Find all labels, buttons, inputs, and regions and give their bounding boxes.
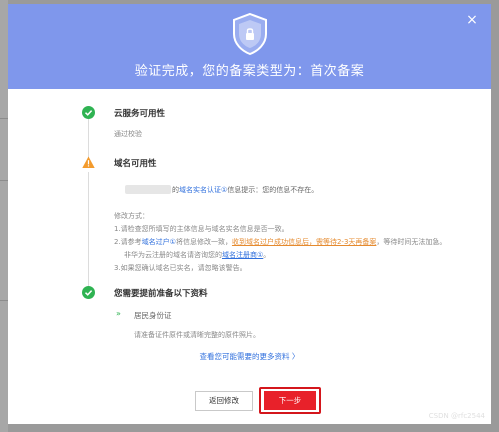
more-materials-link[interactable]: 查看您可能需要的更多资料 〉: [8, 351, 491, 362]
domain-registrar-link[interactable]: 域名注册商①: [222, 251, 263, 259]
background-divider: [0, 300, 8, 301]
double-chevron-icon: »: [116, 309, 121, 318]
step-cloud-service-status: 通过校验: [114, 130, 142, 138]
success-check-icon: [82, 286, 95, 299]
domain-info-text: 信息提示：您的信息不存在。: [227, 186, 319, 194]
fix-method-2-suffix: ，等待时间无法加急。: [376, 238, 447, 246]
timeline-line: [88, 172, 89, 287]
fix-method-1: 1.请检查您所填写的主体信息与域名实名信息是否一致。: [114, 225, 289, 233]
watermark: CSDN @rfc2544: [428, 412, 485, 420]
fix-method-2: 2.请参考域名过户①将信息修改一致，收到域名过户成功信息后，需等待2-3天再备案…: [114, 237, 446, 247]
masked-domain: [125, 185, 171, 194]
fix-method-2b-suffix: 。: [263, 251, 271, 259]
domain-transfer-link[interactable]: 域名过户①: [142, 238, 176, 246]
background-sidebar: [0, 0, 8, 432]
next-button-highlight: 下一步: [259, 387, 321, 414]
domain-check-line: 的域名实名认证①信息提示：您的信息不存在。: [172, 185, 318, 195]
material-id-card-title: 居民身份证: [134, 311, 172, 320]
background-divider: [0, 118, 8, 119]
fix-method-2b-prefix: 非华为云注册的域名请咨询您的: [124, 251, 222, 259]
verification-dialog: × 验证完成，您的备案类型为：首次备案 云服务可用性 通过校验 域名可用性 的域…: [8, 4, 491, 424]
domain-realname-link[interactable]: 域名实名认证①: [179, 186, 227, 194]
fix-method-2-mid: 将信息修改一致，: [175, 238, 232, 246]
fix-method-2b: 非华为云注册的域名请咨询您的域名注册商①。: [124, 250, 270, 260]
warning-triangle-icon: [82, 156, 95, 168]
step-materials-title: 您需要提前准备以下资料: [114, 289, 208, 299]
next-step-button[interactable]: 下一步: [264, 391, 316, 410]
step-domain-title: 域名可用性: [114, 159, 157, 169]
fix-method-2-warning: 收到域名过户成功信息后，需等待2-3天再备案: [231, 238, 377, 246]
domain-prefix-text: 的: [172, 186, 179, 194]
material-id-card-desc: 请准备证件原件或清晰完整的原件照片。: [134, 331, 260, 339]
shield-lock-icon: [233, 12, 267, 56]
background-divider: [0, 180, 8, 181]
back-to-edit-button[interactable]: 返回修改: [195, 391, 253, 411]
fix-method-label: 修改方式：: [114, 212, 149, 220]
dialog-header: × 验证完成，您的备案类型为：首次备案: [8, 4, 491, 89]
timeline-line: [88, 119, 89, 159]
close-button[interactable]: ×: [465, 13, 479, 27]
dialog-title: 验证完成，您的备案类型为：首次备案: [134, 64, 365, 79]
fix-method-2-prefix: 2.请参考: [114, 238, 142, 246]
fix-method-3: 3.如果您确认域名已实名，请忽略该警告。: [114, 264, 247, 272]
step-cloud-service-title: 云服务可用性: [114, 109, 166, 119]
success-check-icon: [82, 106, 95, 119]
